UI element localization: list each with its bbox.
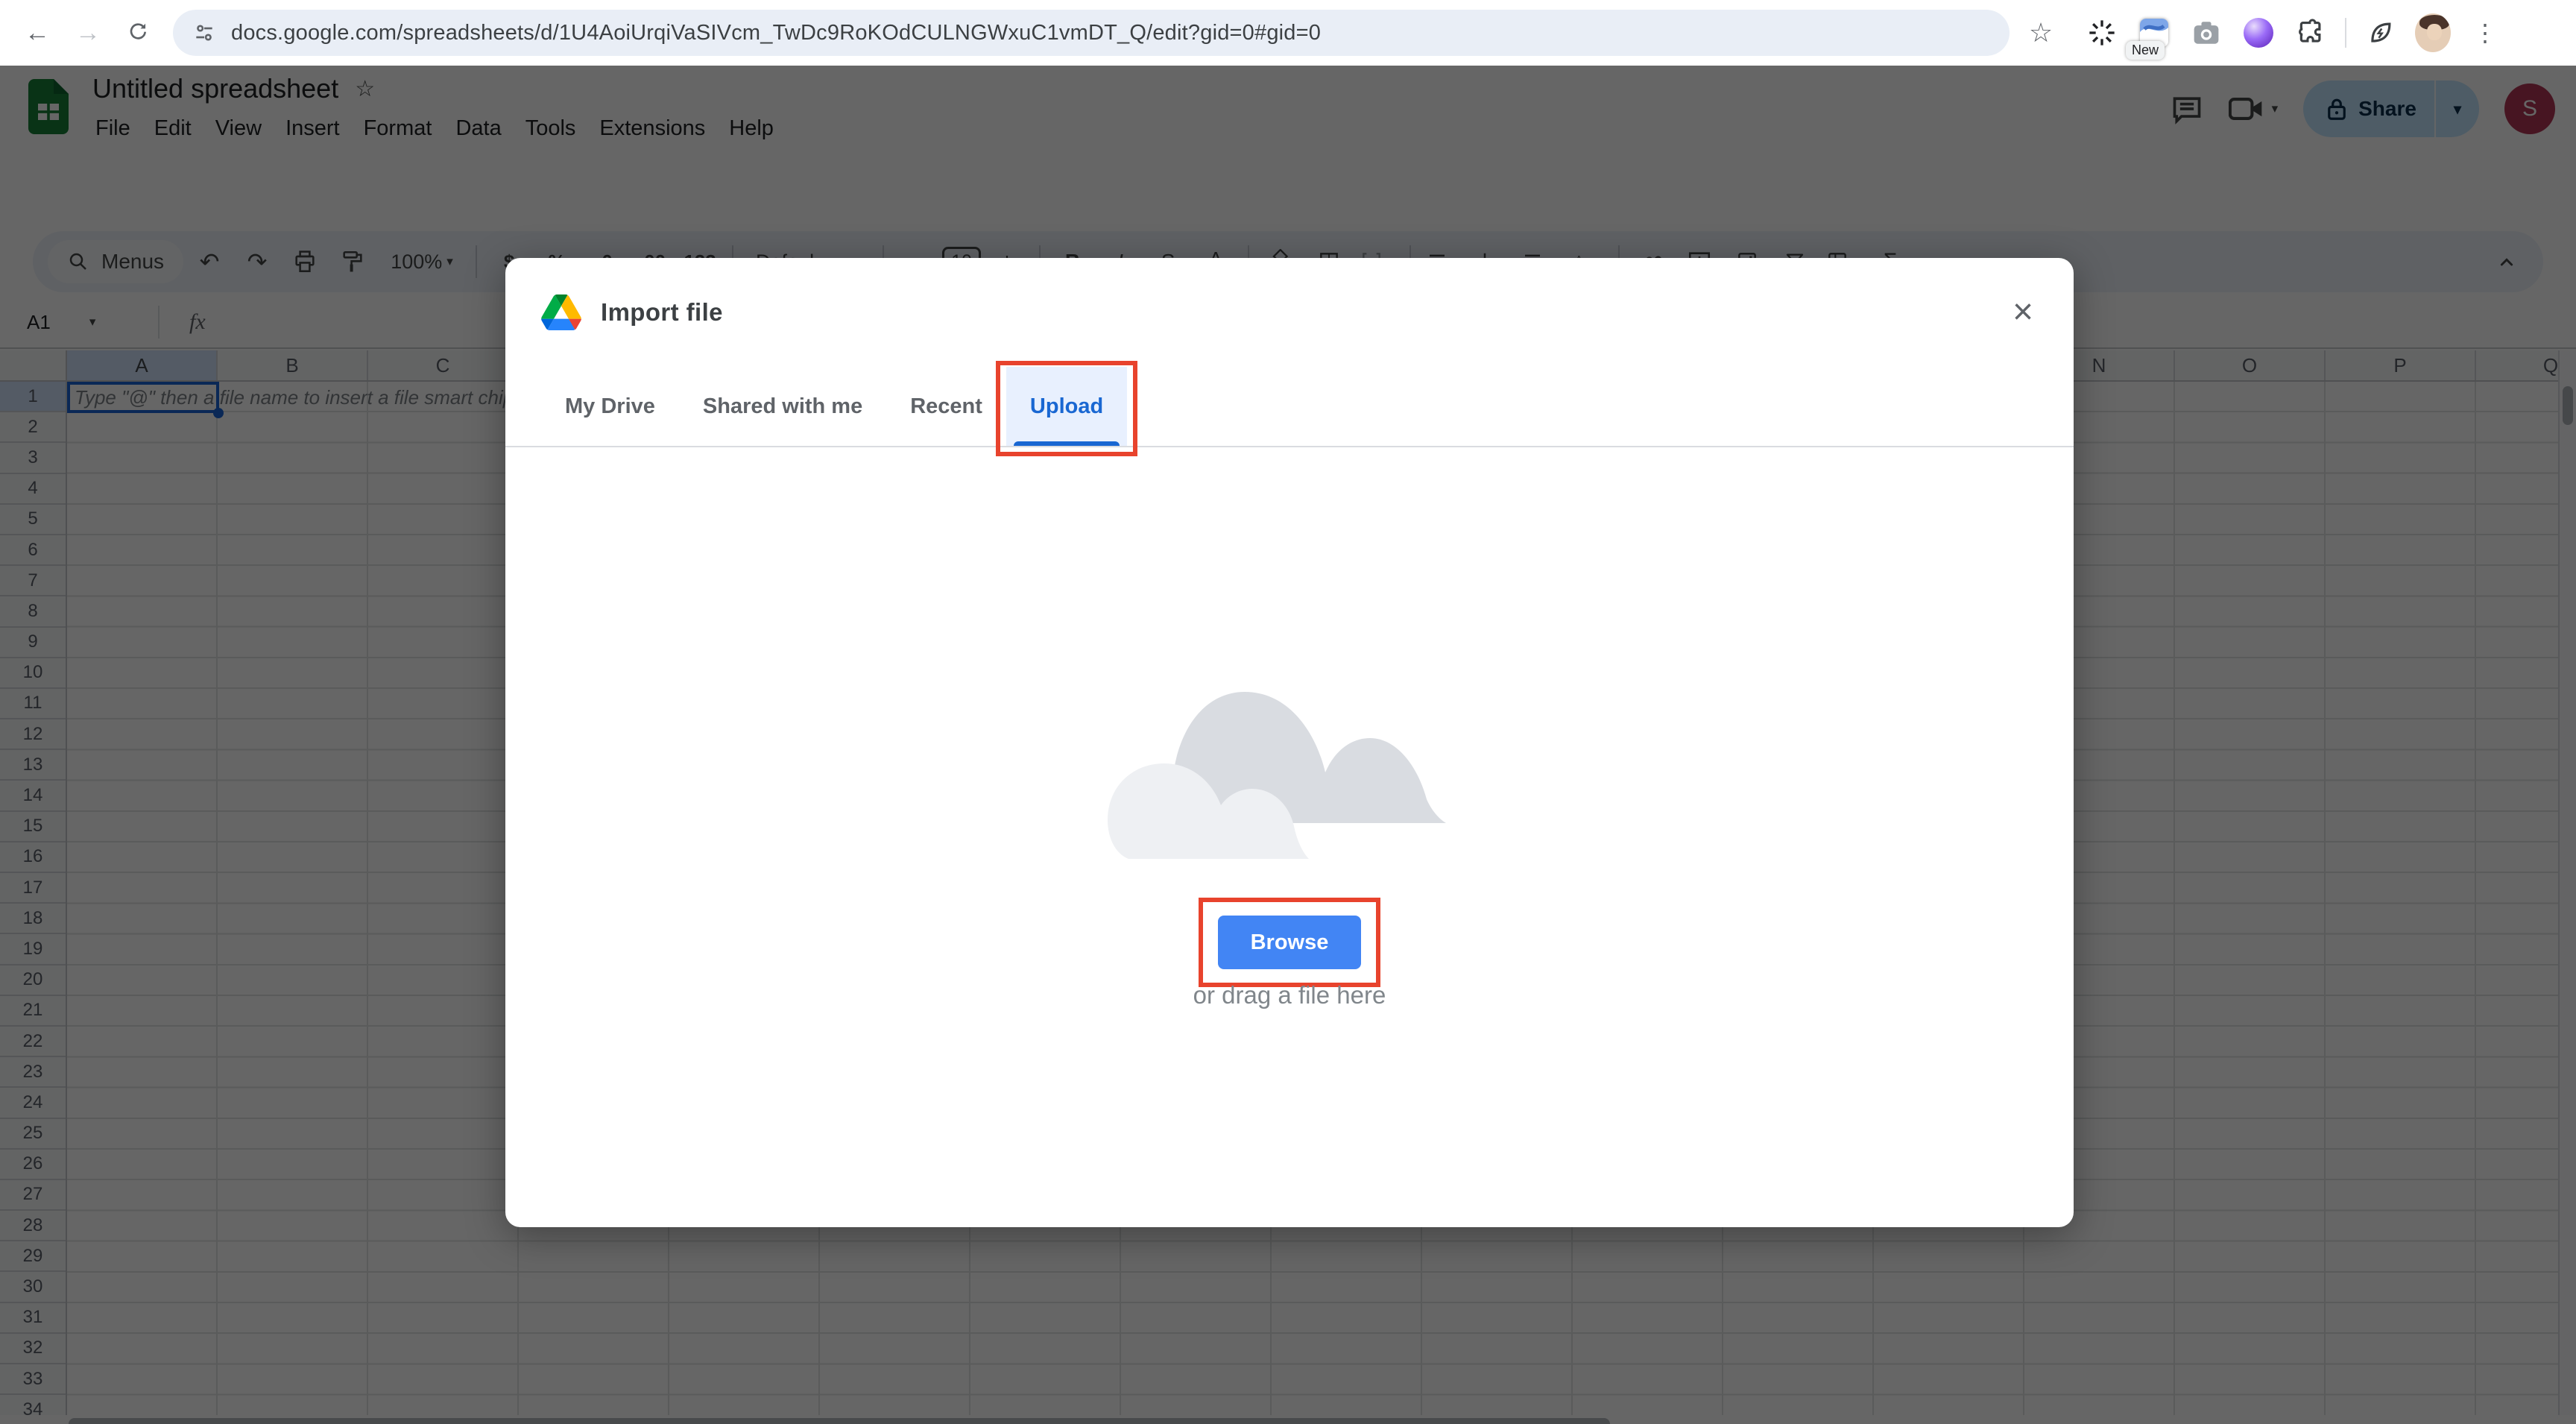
profile-photo [2415, 13, 2451, 52]
browser-back-button[interactable]: ← [15, 10, 60, 55]
puzzle-icon [2296, 19, 2325, 47]
browser-reload-button[interactable] [116, 10, 161, 55]
cloud-illustration [1099, 644, 1480, 868]
address-bar[interactable]: docs.google.com/spreadsheets/d/1U4AoiUrq… [173, 10, 2010, 56]
starburst-icon [2087, 18, 2117, 48]
dialog-close-button[interactable]: × [2002, 291, 2044, 333]
dialog-tab-shared-with-me[interactable]: Shared with me [679, 367, 886, 446]
extension-camera-button[interactable] [2188, 15, 2224, 51]
browse-label: Browse [1251, 930, 1329, 955]
bookmark-button[interactable]: ☆ [2018, 10, 2063, 55]
dialog-tab-upload[interactable]: Upload [1006, 367, 1127, 446]
url-text[interactable]: docs.google.com/spreadsheets/d/1U4AoiUrq… [231, 21, 1321, 45]
dialog-tab-recent[interactable]: Recent [886, 367, 1006, 446]
extension-new-button[interactable]: New [2136, 15, 2172, 51]
google-drive-icon [541, 294, 581, 330]
new-badge: New [2126, 41, 2165, 60]
annotation-upload-tab [996, 361, 1137, 456]
extension-starburst-button[interactable] [2084, 15, 2120, 51]
extension-purple-button[interactable] [2241, 15, 2276, 51]
dialog-tab-my-drive[interactable]: My Drive [541, 367, 679, 446]
import-file-dialog: Import file × My DriveShared with meRece… [505, 258, 2074, 1227]
reload-icon [127, 21, 151, 45]
browse-button[interactable]: Browse [1218, 916, 1361, 969]
dialog-tabs: My DriveShared with meRecentUpload [505, 367, 2074, 447]
purple-orb-icon [2244, 18, 2273, 48]
browser-extensions-area: New [2084, 15, 2503, 51]
site-settings-icon[interactable] [192, 21, 216, 45]
upload-panel: Browse or drag a file here [505, 447, 2074, 1226]
leaf-icon [2367, 19, 2395, 47]
chrome-separator [2345, 18, 2346, 48]
screen: ← → docs.google.com/spreadsheets/d/1U4Ao… [0, 0, 2576, 1424]
drag-file-hint: or drag a file here [1193, 981, 1386, 1009]
browser-forward-button[interactable]: → [66, 10, 110, 55]
browser-chrome: ← → docs.google.com/spreadsheets/d/1U4Ao… [0, 0, 2576, 66]
dialog-title: Import file [601, 298, 723, 327]
battery-saver-button[interactable] [2363, 15, 2399, 51]
extensions-menu-button[interactable] [2293, 15, 2329, 51]
browser-menu-button[interactable]: ⋮ [2467, 15, 2503, 51]
browser-profile-button[interactable] [2415, 15, 2451, 51]
camera-icon [2191, 19, 2221, 46]
